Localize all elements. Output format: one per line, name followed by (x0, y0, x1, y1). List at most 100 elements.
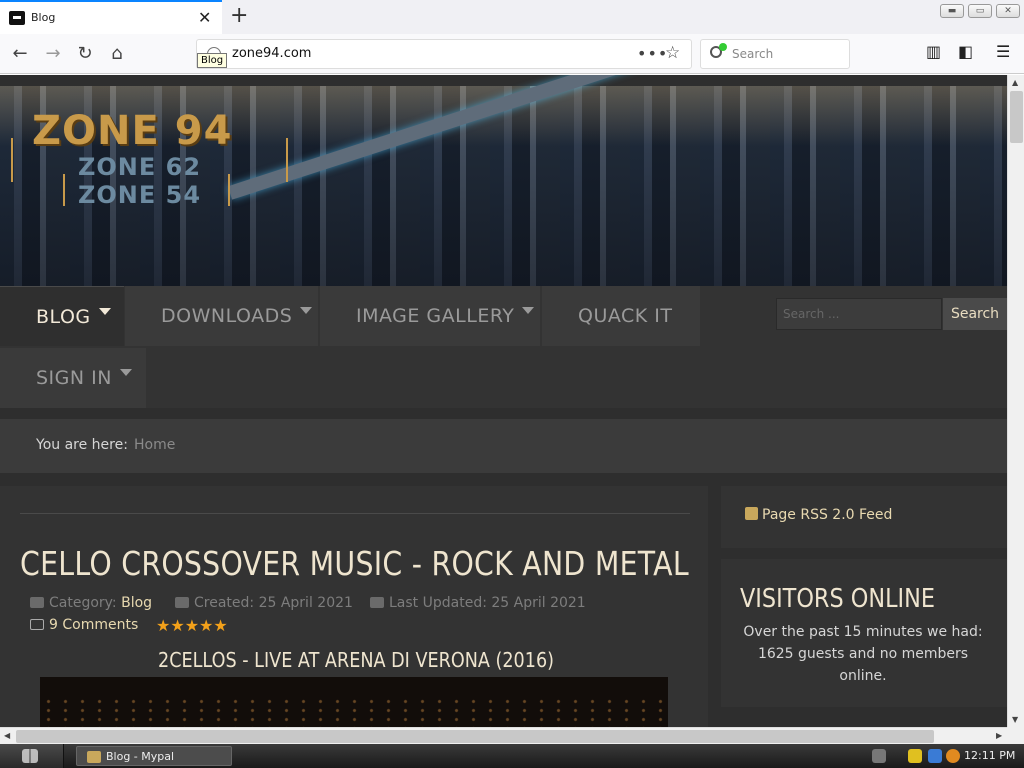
video-title: 2CELLOS - LIVE AT ARENA DI VERONA (2016) (158, 648, 555, 672)
comment-icon (30, 619, 44, 630)
search-engine-icon (710, 43, 727, 58)
article: CELLO CROSSOVER MUSIC - ROCK AND METAL C… (0, 486, 708, 727)
article-updated: Last Updated: 25 April 2021 (370, 595, 586, 611)
window-controls: ▬ ▭ ✕ (940, 4, 1020, 18)
close-window-icon[interactable]: ✕ (996, 4, 1020, 18)
address-bar[interactable]: zone94.com ••• ☆ (196, 39, 692, 69)
menu-label-quack-it: QUACK IT (578, 305, 673, 327)
rss-icon (745, 507, 758, 520)
menu-label-blog: BLOG (36, 306, 91, 328)
taskbar-item-mypal[interactable]: Blog - Mypal (76, 746, 232, 766)
star-icon[interactable]: ★ (156, 616, 170, 635)
divider (20, 513, 690, 514)
vertical-scroll-thumb[interactable] (1010, 91, 1023, 143)
star-icon[interactable]: ★ (213, 616, 227, 635)
tab-tooltip: Blog (197, 53, 228, 68)
scroll-right-icon[interactable]: ▶ (996, 731, 1002, 740)
menu-label-image-gallery: IMAGE GALLERY (356, 305, 515, 327)
hamburger-menu-icon[interactable]: ☰ (996, 42, 1010, 61)
browser-search-box[interactable]: Search (700, 39, 850, 69)
horizontal-scroll-thumb[interactable] (16, 730, 934, 743)
browser-toolbar: ← → ↻ ⌂ zone94.com ••• ☆ Search ▥ ◧ ☰ (0, 34, 1024, 74)
rss-label: Page RSS 2.0 Feed (762, 507, 893, 523)
browser-search-placeholder: Search (732, 47, 774, 61)
menu-label-downloads: DOWNLOADS (161, 305, 293, 327)
category-link[interactable]: Blog (121, 595, 152, 611)
forward-icon[interactable]: → (41, 42, 65, 66)
article-title[interactable]: CELLO CROSSOVER MUSIC - ROCK AND METAL (20, 544, 689, 583)
logo-subtitle-1: ZONE 62 (78, 153, 202, 181)
star-icon[interactable]: ★ (185, 616, 199, 635)
created-date: Created: 25 April 2021 (194, 595, 353, 611)
breadcrumb-home: Home (134, 437, 176, 453)
calendar-icon (175, 597, 189, 608)
system-tray: 12:11 PM (868, 744, 1024, 768)
star-icon[interactable]: ★ (199, 616, 213, 635)
taskbar-item-label: Blog - Mypal (106, 750, 175, 763)
menu-item-quack-it[interactable]: QUACK IT (542, 286, 700, 346)
comments-count: 9 Comments (49, 617, 139, 633)
search-tray-icon[interactable] (946, 749, 960, 763)
video-player[interactable] (40, 677, 668, 727)
article-created: Created: 25 April 2021 (175, 595, 353, 611)
star-rating[interactable]: ★★★★★ (156, 616, 228, 635)
page-actions-icon[interactable]: ••• (637, 44, 668, 63)
sidebar-toggle-icon[interactable]: ◧ (958, 42, 973, 61)
network-icon[interactable] (928, 749, 942, 763)
windows-logo-icon (22, 749, 38, 763)
visitors-module: VISITORS ONLINE Over the past 15 minutes… (721, 559, 1007, 707)
vertical-scrollbar[interactable]: ▲ ▼ (1007, 75, 1024, 727)
scroll-down-icon[interactable]: ▼ (1012, 715, 1018, 724)
breadcrumb-label: You are here: (36, 437, 128, 453)
browser-app-icon (87, 751, 101, 763)
security-shield-icon[interactable] (908, 749, 922, 763)
dropdown-caret-icon (522, 307, 535, 314)
site-favicon-icon (9, 11, 25, 25)
site-banner: ZONE 94 ZONE 62 ZONE 54 (0, 75, 1007, 286)
comments-link[interactable]: 9 Comments (30, 617, 138, 633)
site-search-input[interactable]: Search ... (776, 298, 942, 330)
start-button[interactable] (0, 744, 64, 768)
browser-tab-bar: Blog ✕ + ▬ ▭ ✕ (0, 0, 1024, 34)
scroll-up-icon[interactable]: ▲ (1012, 78, 1018, 87)
visitors-text: Over the past 15 minutes we had: 1625 gu… (743, 624, 983, 684)
scrollbar-corner (1007, 727, 1024, 744)
breadcrumb: You are here: Home (0, 419, 1007, 473)
visitors-heading: VISITORS ONLINE (740, 584, 936, 614)
folder-icon (30, 597, 44, 608)
new-tab-icon[interactable]: + (230, 3, 248, 28)
dropdown-caret-icon (119, 369, 132, 376)
address-url[interactable]: zone94.com (232, 46, 311, 61)
logo-subtitle-2: ZONE 54 (78, 181, 202, 209)
menu-item-blog[interactable]: BLOG (0, 286, 124, 346)
site-logo[interactable]: ZONE 94 (32, 108, 232, 154)
tab-title: Blog (31, 11, 56, 24)
library-icon[interactable]: ▥ (926, 42, 941, 61)
home-icon[interactable]: ⌂ (105, 42, 129, 66)
clock[interactable]: 12:11 PM (964, 749, 1015, 762)
horizontal-scrollbar[interactable]: ◀ ▶ (0, 727, 1007, 744)
minimize-window-icon[interactable]: ▬ (940, 4, 964, 18)
dropdown-caret-icon (300, 307, 313, 314)
updated-date: Last Updated: 25 April 2021 (389, 595, 586, 611)
menu-item-sign-in[interactable]: SIGN IN (0, 348, 146, 408)
reload-icon[interactable]: ↻ (73, 42, 97, 66)
browser-tab-blog[interactable]: Blog ✕ (0, 0, 222, 34)
scroll-left-icon[interactable]: ◀ (4, 731, 10, 740)
web-page: ZONE 94 ZONE 62 ZONE 54 BLOG DOWNLOADS I… (0, 75, 1007, 727)
close-tab-icon[interactable]: ✕ (198, 8, 211, 27)
keyboard-icon[interactable] (872, 749, 886, 763)
taskbar: Blog - Mypal 12:11 PM (0, 744, 1024, 768)
rss-link[interactable]: Page RSS 2.0 Feed (745, 507, 892, 523)
bookmark-star-icon[interactable]: ☆ (665, 43, 680, 63)
menu-item-downloads[interactable]: DOWNLOADS (125, 286, 318, 346)
site-search-button[interactable]: Search (943, 298, 1007, 330)
star-icon[interactable]: ★ (170, 616, 184, 635)
category-label: Category: (49, 595, 117, 611)
dropdown-caret-icon (98, 308, 111, 315)
article-category: Category: Blog (30, 595, 152, 611)
back-icon[interactable]: ← (8, 42, 32, 66)
calendar-icon (370, 597, 384, 608)
maximize-window-icon[interactable]: ▭ (968, 4, 992, 18)
menu-item-image-gallery[interactable]: IMAGE GALLERY (320, 286, 540, 346)
